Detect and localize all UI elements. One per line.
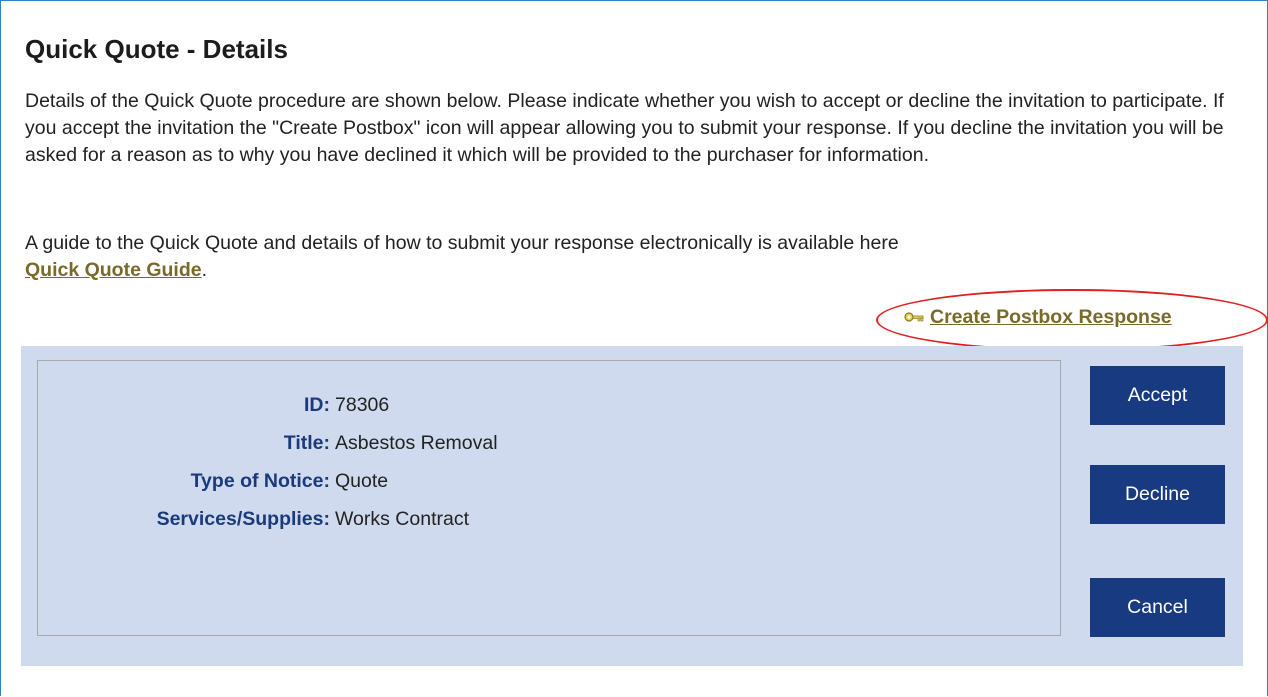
notice-type-value: Quote [335, 470, 389, 492]
details-box: ID: 78306 Title: Asbestos Removal Type o… [37, 360, 1061, 636]
details-panel: ID: 78306 Title: Asbestos Removal Type o… [21, 346, 1243, 666]
decline-button[interactable]: Decline [1090, 465, 1225, 524]
intro-text: Details of the Quick Quote procedure are… [25, 90, 1224, 166]
id-label: ID: [304, 394, 330, 416]
services-label: Services/Supplies: [156, 508, 330, 530]
accept-button[interactable]: Accept [1090, 366, 1225, 425]
title-value: Asbestos Removal [335, 432, 498, 454]
create-postbox-response-label: Create Postbox Response [930, 306, 1172, 328]
guide-suffix: . [201, 259, 208, 281]
key-icon [904, 306, 924, 329]
notice-type-label: Type of Notice: [190, 470, 330, 492]
cancel-button[interactable]: Cancel [1090, 578, 1225, 637]
guide-text: A guide to the Quick Quote and details o… [25, 232, 899, 254]
guide-paragraph: A guide to the Quick Quote and details o… [25, 230, 1255, 284]
title-label: Title: [283, 432, 330, 454]
quick-quote-guide-link[interactable]: Quick Quote Guide [25, 259, 202, 281]
create-postbox-response-link[interactable]: Create Postbox Response [904, 306, 1172, 329]
id-value: 78306 [335, 394, 390, 416]
page-title: Quick Quote - Details [25, 34, 288, 64]
services-value: Works Contract [335, 508, 470, 530]
